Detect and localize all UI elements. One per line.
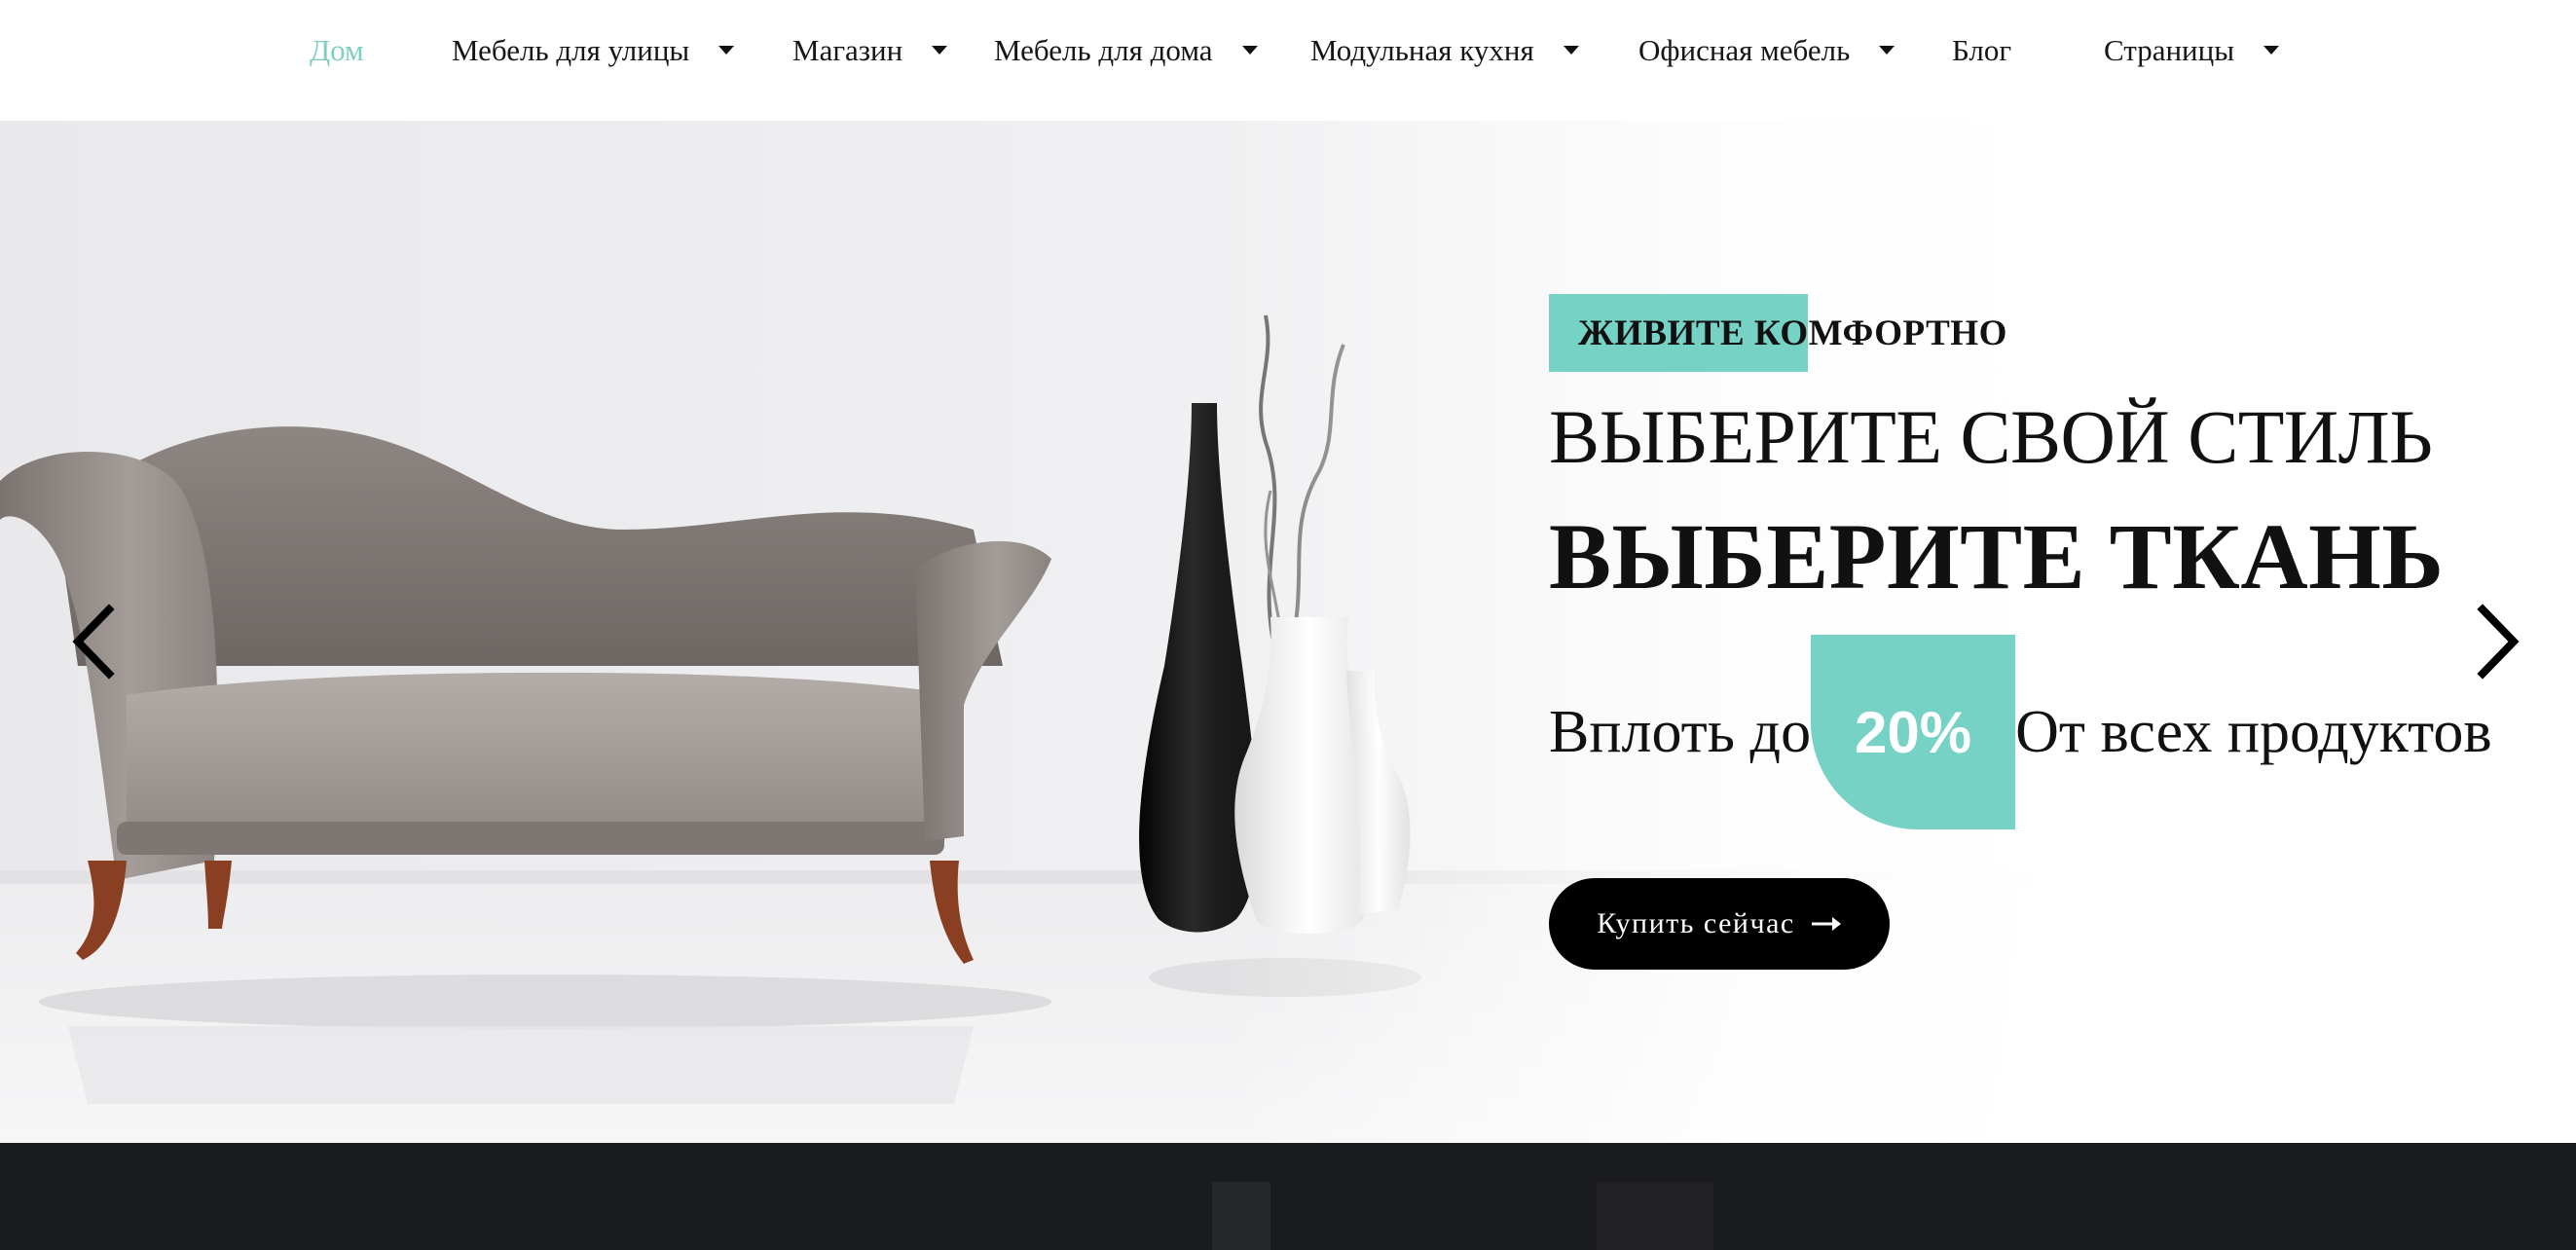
arrow-right-icon xyxy=(1811,917,1841,931)
hero-promo: Вплоть до 20% От всех продуктов xyxy=(1549,635,2492,829)
background-shape xyxy=(1212,1182,1270,1250)
nav-item-blog[interactable]: Блог xyxy=(1952,29,2011,72)
hero-tag: ЖИВИТЕ КОМФОРТНО xyxy=(1549,294,2007,372)
promo-text-before: Вплоть до xyxy=(1549,698,1812,765)
buy-now-label: Купить сейчас xyxy=(1597,907,1795,939)
nav-item-label: Модульная кухня xyxy=(1310,33,1534,67)
nav-item-outdoor-furniture[interactable]: Мебель для улицы xyxy=(452,29,735,72)
nav-item-label: Страницы xyxy=(2104,33,2235,67)
caret-down-icon xyxy=(718,45,735,55)
discount-badge: 20% xyxy=(1811,635,2016,829)
buy-now-button[interactable]: Купить сейчас xyxy=(1549,878,1890,970)
hero-slider: ЖИВИТЕ КОМФОРТНО ВЫБЕРИТЕ СВОЙ СТИЛЬ ВЫБ… xyxy=(0,121,2576,1143)
caret-down-icon xyxy=(932,45,948,55)
chevron-left-icon xyxy=(72,604,115,680)
caret-down-icon xyxy=(1241,45,1258,55)
nav-item-office-furniture[interactable]: Офисная мебель xyxy=(1638,29,1895,72)
hero-headline-primary: ВЫБЕРИТЕ СВОЙ СТИЛЬ xyxy=(1549,394,2433,479)
hero-tag-text: ЖИВИТЕ КОМФОРТНО xyxy=(1578,313,2007,353)
promo-text-after: От всех продуктов xyxy=(2015,698,2492,765)
caret-down-icon xyxy=(1563,45,1579,55)
hero-content: ЖИВИТЕ КОМФОРТНО ВЫБЕРИТЕ СВОЙ СТИЛЬ ВЫБ… xyxy=(1549,121,2522,1143)
nav-item-home[interactable]: Дом xyxy=(310,29,364,72)
caret-down-icon xyxy=(1879,45,1895,55)
nav-item-modular-kitchen[interactable]: Модульная кухня xyxy=(1310,29,1579,72)
nav-item-label: Мебель для дома xyxy=(994,33,1213,67)
main-navigation: Дом Мебель для улицы Магазин Мебель для … xyxy=(0,0,2576,121)
slider-prev-button[interactable] xyxy=(60,598,129,685)
nav-item-home-furniture[interactable]: Мебель для дома xyxy=(994,29,1258,72)
nav-item-label: Блог xyxy=(1952,33,2012,67)
discount-value: 20% xyxy=(1855,699,1972,765)
dark-section-preview xyxy=(0,1143,2576,1250)
nav-item-label: Дом xyxy=(310,33,364,67)
background-shape xyxy=(1597,1182,1713,1250)
nav-item-pages[interactable]: Страницы xyxy=(2104,29,2280,72)
nav-item-label: Мебель для улицы xyxy=(452,33,690,67)
hero-headline-secondary: ВЫБЕРИТЕ ТКАНЬ xyxy=(1549,504,2445,608)
nav-item-label: Офисная мебель xyxy=(1638,33,1851,67)
caret-down-icon xyxy=(2263,45,2280,55)
nav-item-label: Магазин xyxy=(792,33,903,67)
nav-item-shop[interactable]: Магазин xyxy=(792,29,948,72)
